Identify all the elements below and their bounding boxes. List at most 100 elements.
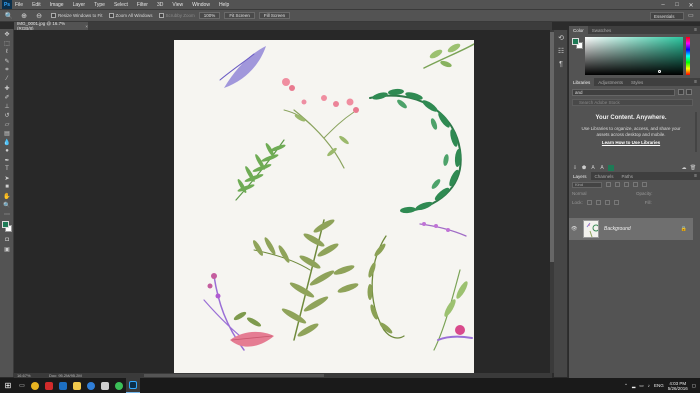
adjustment-filter-icon[interactable]: [615, 182, 620, 187]
network-icon[interactable]: ▂: [632, 383, 635, 389]
grid-view-icon[interactable]: [678, 89, 684, 95]
type-filter-icon[interactable]: [624, 182, 629, 187]
menu-select[interactable]: Select: [114, 2, 128, 8]
edge-icon[interactable]: [84, 378, 98, 393]
language-indicator[interactable]: ENG: [654, 383, 664, 388]
lock-all-icon[interactable]: [613, 200, 619, 205]
history-panel-icon[interactable]: ⟲: [556, 33, 566, 43]
tab-layers[interactable]: Layers: [569, 172, 591, 180]
start-button-icon[interactable]: ⊞: [0, 378, 16, 393]
hand-tool-icon[interactable]: ✋: [2, 192, 12, 200]
lasso-tool-icon[interactable]: ℓ: [2, 48, 12, 56]
file-explorer-icon[interactable]: [70, 378, 84, 393]
minimize-button[interactable]: –: [656, 0, 670, 10]
outlook-icon[interactable]: [56, 378, 70, 393]
hue-slider[interactable]: [686, 37, 690, 75]
lock-position-icon[interactable]: [604, 200, 610, 205]
quick-mask-icon[interactable]: ◘: [2, 236, 12, 244]
eyedropper-tool-icon[interactable]: ⁄: [2, 75, 12, 83]
zoom-tool-icon[interactable]: 🔍: [2, 201, 12, 209]
list-view-icon[interactable]: [686, 89, 692, 95]
tray-arrow-icon[interactable]: ⌃: [624, 383, 628, 389]
fill-screen-button[interactable]: Fill Screen: [258, 12, 291, 19]
clock[interactable]: 4:03 PM 5/26/2016: [668, 381, 688, 391]
scrubby-zoom-checkbox[interactable]: Scrubby Zoom: [158, 13, 195, 18]
menu-edit[interactable]: Edit: [32, 2, 41, 8]
zoom-out-icon[interactable]: ⊖: [33, 11, 45, 21]
panel-menu-icon[interactable]: ≡: [694, 172, 697, 180]
shape-tool-icon[interactable]: ■: [2, 183, 12, 191]
tab-paths[interactable]: Paths: [618, 172, 638, 180]
tab-swatches[interactable]: Swatches: [588, 26, 616, 34]
add-content-icon[interactable]: ⇩: [572, 165, 578, 171]
menu-window[interactable]: Window: [192, 2, 210, 8]
menu-3d[interactable]: 3D: [157, 2, 163, 8]
brush-tool-icon[interactable]: ✐: [2, 93, 12, 101]
library-select[interactable]: and: [572, 89, 675, 96]
acrobat-icon[interactable]: [42, 378, 56, 393]
move-tool-icon[interactable]: ✥: [2, 30, 12, 38]
smart-object-filter-icon[interactable]: [642, 182, 647, 187]
screen-mode-icon[interactable]: ▣: [2, 245, 12, 253]
lock-pixels-icon[interactable]: [595, 200, 601, 205]
menu-image[interactable]: Image: [50, 2, 64, 8]
color-picker-cursor[interactable]: [658, 70, 661, 73]
layer-name[interactable]: Background: [604, 226, 631, 232]
workspace-select[interactable]: Essentials: [650, 12, 684, 20]
document-canvas[interactable]: [174, 40, 474, 373]
whatsapp-icon[interactable]: [112, 378, 126, 393]
crop-tool-icon[interactable]: ⌗: [2, 66, 12, 74]
workspace-icon[interactable]: ▭: [688, 12, 696, 20]
foreground-color-swatch[interactable]: [2, 221, 9, 228]
paragraph-panel-icon[interactable]: ¶: [556, 59, 566, 69]
menu-file[interactable]: File: [15, 2, 23, 8]
pen-tool-icon[interactable]: ✒: [2, 156, 12, 164]
menu-view[interactable]: View: [172, 2, 183, 8]
zoom-tool-icon[interactable]: 🔍: [3, 11, 15, 21]
notifications-icon[interactable]: ▢: [692, 383, 696, 389]
blend-mode-select[interactable]: Normal: [572, 191, 632, 196]
add-graphic-icon[interactable]: ⬟: [581, 165, 587, 171]
marquee-tool-icon[interactable]: ⬚: [2, 39, 12, 47]
pixel-filter-icon[interactable]: [606, 182, 611, 187]
maximize-button[interactable]: □: [670, 0, 684, 10]
delete-icon[interactable]: 🗑: [690, 165, 696, 171]
dodge-tool-icon[interactable]: ●: [2, 147, 12, 155]
layer-lock-icon[interactable]: 🔒: [681, 226, 687, 232]
close-button[interactable]: ✕: [684, 0, 698, 10]
zoom-in-icon[interactable]: ⊕: [18, 11, 30, 21]
tab-color[interactable]: Color: [569, 26, 588, 34]
panel-menu-icon[interactable]: ≡: [694, 26, 697, 34]
photoshop-taskbar-icon[interactable]: [126, 378, 140, 393]
clone-stamp-tool-icon[interactable]: ⊥: [2, 102, 12, 110]
healing-brush-tool-icon[interactable]: ✚: [2, 84, 12, 92]
fit-screen-button[interactable]: Fit Screen: [224, 12, 255, 19]
color-swatches[interactable]: [1, 220, 13, 234]
menu-filter[interactable]: Filter: [137, 2, 148, 8]
tab-channels[interactable]: Channels: [591, 172, 618, 180]
tab-styles[interactable]: Styles: [627, 78, 647, 86]
panel-menu-icon[interactable]: ≡: [694, 78, 697, 86]
add-text-icon[interactable]: A: [590, 165, 596, 171]
library-scrollbar[interactable]: [695, 112, 697, 152]
add-char-style-icon[interactable]: A: [599, 165, 605, 171]
lock-transparent-icon[interactable]: [586, 200, 592, 205]
color-picker-field[interactable]: [585, 37, 683, 75]
menu-type[interactable]: Type: [94, 2, 105, 8]
eraser-tool-icon[interactable]: ▱: [2, 120, 12, 128]
battery-icon[interactable]: ▭: [639, 383, 643, 389]
layer-kind-select[interactable]: Kind: [572, 181, 602, 188]
menu-layer[interactable]: Layer: [73, 2, 86, 8]
zoom-all-checkbox[interactable]: Zoom All Windows: [108, 13, 153, 18]
resize-windows-checkbox[interactable]: Resize Windows to Fit: [51, 13, 103, 18]
properties-panel-icon[interactable]: ☷: [556, 46, 566, 56]
blur-tool-icon[interactable]: 💧: [2, 138, 12, 146]
learn-libraries-link[interactable]: Learn How to Use Libraries: [569, 140, 693, 145]
shape-filter-icon[interactable]: [633, 182, 638, 187]
tab-close-icon[interactable]: ×: [85, 24, 88, 29]
store-icon[interactable]: [98, 378, 112, 393]
layer-row-background[interactable]: 👁 Background 🔒: [569, 218, 693, 240]
type-tool-icon[interactable]: T: [2, 165, 12, 173]
zoom-100-button[interactable]: 100%: [198, 12, 221, 19]
quick-select-tool-icon[interactable]: ✎: [2, 57, 12, 65]
